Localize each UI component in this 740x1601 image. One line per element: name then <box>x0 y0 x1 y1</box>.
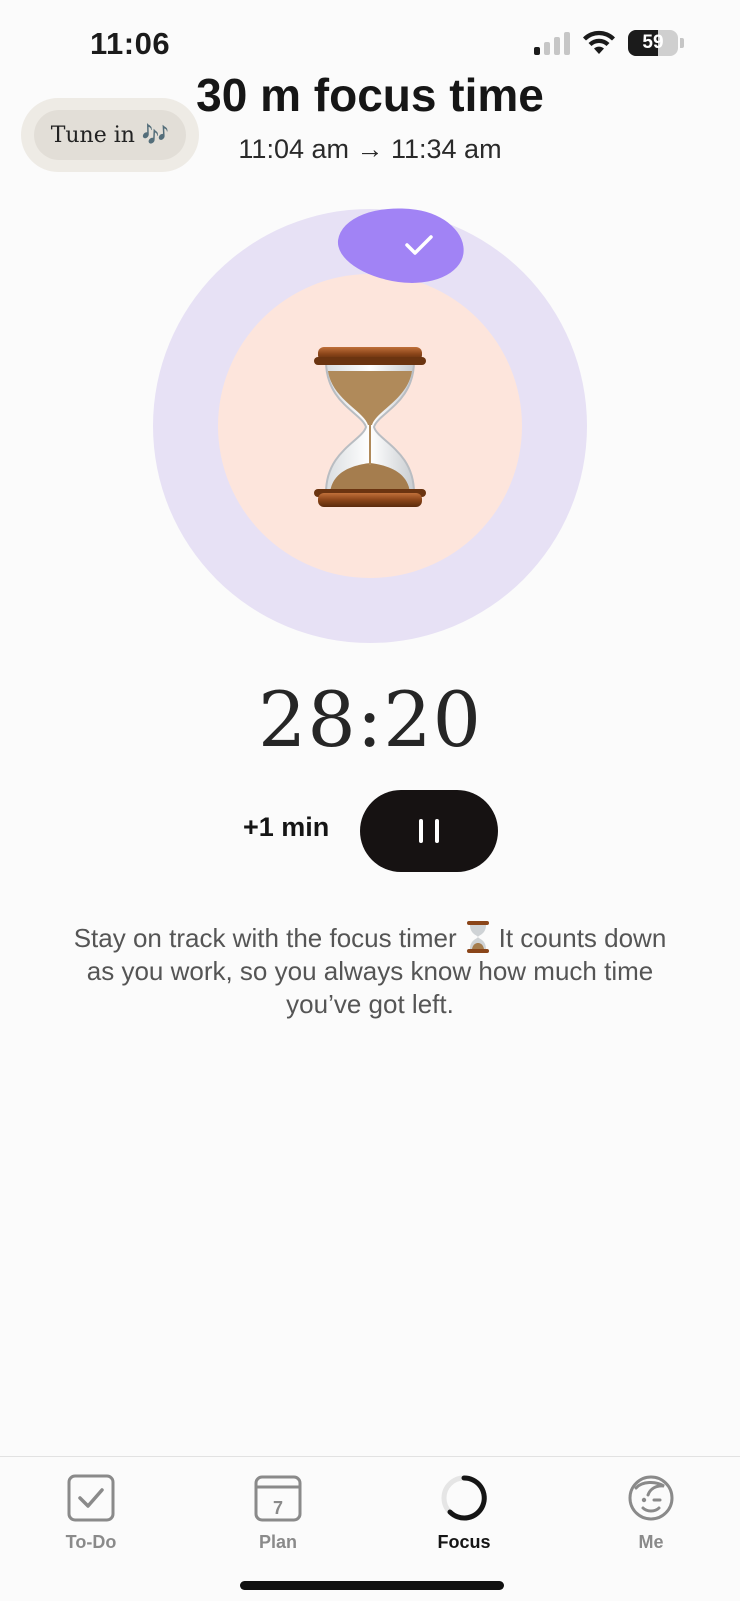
focus-ring-icon <box>441 1475 487 1521</box>
focus-description: Stay on track with the focus timer It co… <box>70 920 670 1021</box>
home-indicator <box>240 1581 504 1590</box>
hourglass-emoji-icon <box>466 921 489 953</box>
calendar-icon: 7 <box>254 1475 302 1522</box>
description-part1: Stay on track with the focus timer <box>73 923 457 953</box>
cellular-signal-icon <box>534 31 570 55</box>
battery-icon: 59 <box>628 30 678 56</box>
battery-percentage: 59 <box>642 32 664 53</box>
checkbox-icon <box>67 1474 115 1522</box>
session-time-range: 11:04 am → 11:34 am <box>238 134 502 164</box>
tab-label: Me <box>638 1532 664 1552</box>
tab-bar: To-Do 7 Plan Focus Me <box>0 1456 740 1601</box>
status-icons: 59 <box>534 30 684 56</box>
hourglass-icon <box>314 347 426 507</box>
tab-focus[interactable]: Focus <box>404 1472 524 1553</box>
countdown-timer: 28:20 <box>257 675 483 764</box>
tab-label: To-Do <box>65 1532 117 1552</box>
pause-icon <box>419 819 423 843</box>
tab-label: Focus <box>437 1532 491 1552</box>
page-title: 30 m focus time <box>196 69 544 121</box>
status-time: 11:06 <box>90 26 171 61</box>
calendar-day: 7 <box>273 1498 283 1518</box>
pause-button[interactable] <box>360 790 498 872</box>
tab-plan[interactable]: 7 Plan <box>218 1472 338 1553</box>
tab-to-do[interactable]: To-Do <box>31 1472 151 1553</box>
face-icon <box>628 1475 674 1521</box>
add-one-minute-button[interactable]: +1 min <box>243 812 329 843</box>
wifi-icon <box>583 30 615 54</box>
tab-me[interactable]: Me <box>591 1472 711 1553</box>
tab-label: Plan <box>258 1532 297 1552</box>
